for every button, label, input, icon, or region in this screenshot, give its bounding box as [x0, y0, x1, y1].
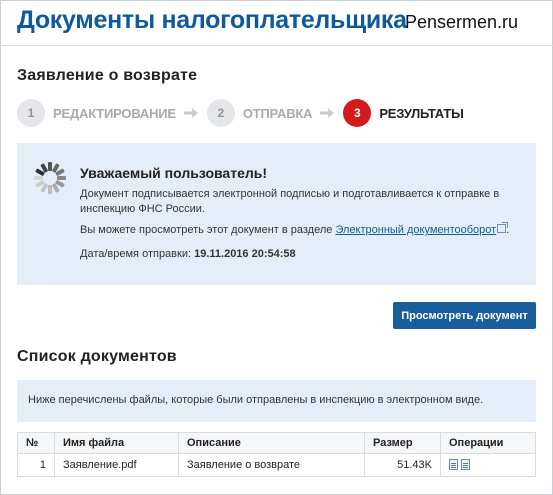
row-description: Заявление о возврате: [178, 453, 365, 477]
step-sending[interactable]: 2 Отправка: [206, 99, 313, 127]
col-operations: Операции: [440, 432, 536, 454]
col-description: Описание: [178, 432, 365, 454]
step-label: Результаты: [379, 105, 464, 121]
step-number: 2: [206, 99, 235, 127]
notice-line: Документ подписывается электронной подпи…: [80, 188, 500, 200]
col-filename: Имя файла: [54, 432, 179, 454]
col-num: №: [17, 432, 55, 454]
table-header-row: № Имя файла Описание Размер Операции: [17, 432, 536, 454]
sent-datetime: Дата/время отправки: 19.11.2016 20:54:58: [80, 247, 520, 262]
wizard-steps: 1 Редактирование 2 Отправка 3 Результаты: [17, 98, 464, 128]
notice-title: Уважаемый пользователь!: [80, 165, 268, 181]
sent-value: 19.11.2016 20:54:58: [194, 248, 296, 260]
status-notice: Уважаемый пользователь! Документ подписы…: [17, 143, 536, 285]
col-size: Размер: [364, 432, 441, 454]
step-label: Отправка: [242, 105, 313, 121]
step-results[interactable]: 3 Результаты: [343, 99, 464, 127]
arrow-right-icon: [183, 107, 198, 119]
external-link-icon: [497, 222, 509, 233]
view-document-button[interactable]: Просмотреть документ: [393, 302, 536, 329]
step-label: Редактирование: [53, 105, 176, 121]
row-num: 1: [17, 453, 55, 477]
sent-label: Дата/время отправки:: [80, 248, 195, 260]
view-hint-text: Вы можете просмотреть этот документ в ра…: [80, 224, 336, 236]
step-number: 3: [343, 99, 372, 127]
documents-note: Ниже перечислены файлы, которые были отп…: [17, 380, 536, 422]
edo-link[interactable]: Электронный документооборот: [335, 224, 496, 236]
step-editing[interactable]: 1 Редактирование: [17, 99, 176, 127]
view-document-icon[interactable]: [449, 459, 458, 470]
loading-spinner-icon: [33, 161, 67, 195]
section-title: Заявление о возврате: [17, 67, 198, 84]
arrow-right-icon: [320, 107, 335, 119]
notice-message: Документ подписывается электронной подпи…: [80, 187, 520, 217]
notice-view-hint: Вы можете просмотреть этот документ в ра…: [80, 222, 520, 238]
row-size: 51.43K: [364, 453, 441, 477]
row-filename: Заявление.pdf: [54, 453, 179, 477]
page-title: Документы налогоплательщика: [17, 6, 407, 34]
title-divider: [0, 45, 553, 46]
row-operations: [440, 453, 536, 477]
watermark: Pensermen.ru: [405, 12, 519, 32]
notice-line: инспекцию ФНС России.: [80, 203, 205, 215]
download-document-icon[interactable]: [461, 459, 470, 470]
table-row: 1 Заявление.pdf Заявление о возврате 51.…: [17, 453, 536, 477]
documents-title: Список документов: [17, 348, 177, 365]
documents-table: № Имя файла Описание Размер Операции 1 З…: [17, 432, 536, 477]
step-number: 1: [17, 99, 45, 127]
